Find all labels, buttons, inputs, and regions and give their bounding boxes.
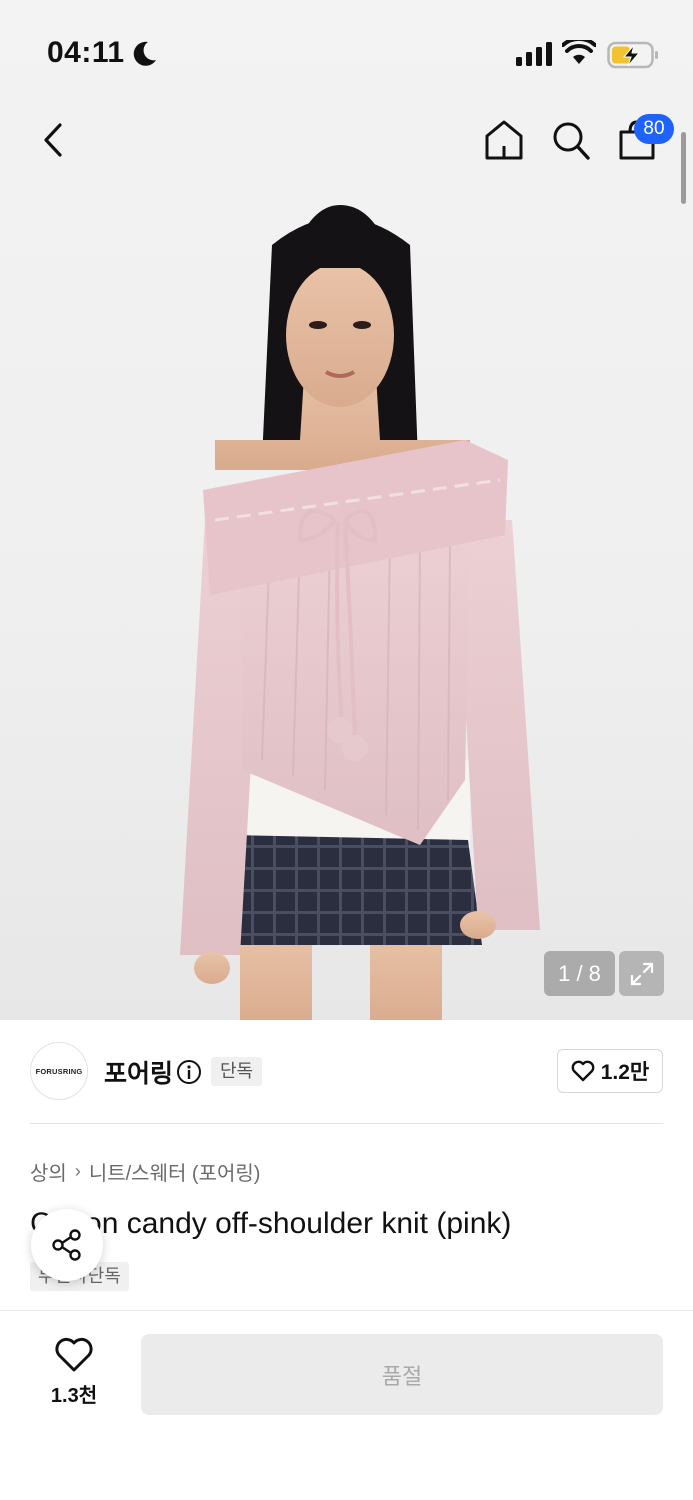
chevron-right-icon: › (74, 1161, 81, 1181)
signal-icon (516, 42, 552, 66)
status-time: 04:11 (47, 36, 125, 69)
info-icon[interactable] (176, 1059, 202, 1085)
soldout-button: 품절 (141, 1334, 663, 1415)
brand-logo[interactable]: FORUSRING (30, 1042, 88, 1100)
expand-icon[interactable] (619, 951, 664, 996)
divider (30, 1123, 663, 1124)
heart-icon (55, 1337, 93, 1372)
cart-count-badge: 80 (634, 114, 674, 144)
bottom-bar-divider (0, 1310, 693, 1311)
scrollbar[interactable] (681, 132, 686, 204)
battery-charging-icon (607, 41, 658, 69)
like-button[interactable]: 1.3천 (40, 1337, 108, 1413)
status-bar: 04:11 (0, 0, 693, 100)
search-icon[interactable] (550, 118, 592, 162)
chevron-left-icon[interactable] (38, 120, 70, 160)
breadcrumb: 상의 › 니트/스웨터 (포어링) (30, 1157, 260, 1186)
product-title: Cotton candy off-shoulder knit (pink) (30, 1207, 512, 1240)
share-icon (52, 1229, 81, 1261)
image-counter: 1 / 8 (544, 951, 615, 996)
wifi-icon (562, 40, 596, 64)
heart-icon (571, 1060, 595, 1082)
breadcrumb-item[interactable]: 상의 (30, 1157, 67, 1186)
exclusive-badge: 단독 (211, 1057, 263, 1086)
like-count: 1.3천 (50, 1385, 98, 1407)
share-button[interactable] (31, 1209, 103, 1281)
brand-like-button[interactable]: 1.2만 (557, 1049, 663, 1093)
home-icon[interactable] (483, 118, 525, 162)
moon-icon (133, 41, 156, 66)
brand-like-count: 1.2만 (600, 1061, 650, 1084)
breadcrumb-item[interactable]: 니트/스웨터 (포어링) (89, 1157, 261, 1186)
brand-name[interactable]: 포어링 (104, 1054, 173, 1090)
